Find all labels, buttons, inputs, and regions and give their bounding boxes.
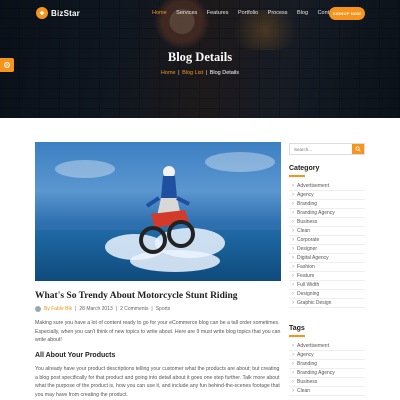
category-item[interactable]: Graphic Design — [289, 299, 365, 308]
post-paragraph: Making sure you have a lot of content re… — [35, 320, 281, 344]
featured-image — [35, 142, 281, 281]
post-meta: By Fable Blk | 28 March 2013 | 2 Comment… — [35, 306, 170, 312]
tag-item[interactable]: Clean — [289, 387, 365, 396]
category-item[interactable]: Digital Agency — [289, 254, 365, 263]
category-item[interactable]: Agency — [289, 191, 365, 200]
tag-item[interactable]: Agency — [289, 351, 365, 360]
tag-item[interactable]: Business — [289, 378, 365, 387]
main-navigation: BizStar Home Services Features Portfolio… — [0, 0, 400, 28]
search-input[interactable] — [290, 144, 352, 154]
author-avatar — [35, 306, 41, 312]
title-underline — [289, 175, 305, 177]
search-box — [289, 143, 365, 155]
search-icon — [355, 146, 361, 152]
nav-item-portfolio[interactable]: Portfolio — [238, 10, 258, 16]
category-item[interactable]: Full Width — [289, 281, 365, 290]
nav-item-process[interactable]: Process — [268, 10, 288, 16]
category-widget-title: Category — [289, 165, 319, 177]
nav-item-blog[interactable]: Blog — [297, 10, 308, 16]
post-comments[interactable]: 2 Comments — [120, 306, 148, 312]
motorcycle-rider-image — [139, 166, 195, 254]
brand-logo[interactable]: BizStar — [36, 7, 80, 19]
post-subheading: All About Your Products — [35, 352, 116, 359]
category-item[interactable]: Branding Agency — [289, 209, 365, 218]
category-item[interactable]: Corporate — [289, 236, 365, 245]
nav-item-home[interactable]: Home — [152, 10, 167, 16]
brand-name: BizStar — [51, 8, 80, 18]
category-item[interactable]: Feature — [289, 272, 365, 281]
tags-widget-title: Tags — [289, 325, 305, 337]
post-paragraph: You already have your product descriptio… — [35, 366, 280, 399]
search-button[interactable] — [352, 144, 364, 154]
tag-list: Advertisement Agency Branding Branding A… — [289, 342, 365, 396]
category-item[interactable]: Designing — [289, 290, 365, 299]
category-item[interactable]: Fashion — [289, 263, 365, 272]
tag-item[interactable]: Advertisement — [289, 342, 365, 351]
post-date: 28 March 2013 — [79, 306, 113, 312]
title-underline — [289, 335, 305, 337]
signup-button[interactable]: SIGNUP NOW — [329, 7, 365, 20]
tag-item[interactable]: Branding Agency — [289, 369, 365, 378]
category-list: Advertisement Agency Branding Branding A… — [289, 182, 365, 308]
post-author[interactable]: By Fable Blk — [44, 306, 72, 312]
category-item[interactable]: Clean — [289, 227, 365, 236]
breadcrumb-home[interactable]: Home — [161, 70, 176, 76]
category-item[interactable]: Advertisement — [289, 182, 365, 191]
category-item[interactable]: Business — [289, 218, 365, 227]
settings-toggle-button[interactable] — [0, 58, 14, 72]
category-item[interactable]: Designer — [289, 245, 365, 254]
breadcrumb-current: Blog Details — [209, 70, 240, 76]
page-title: Blog Details — [167, 50, 233, 64]
logo-icon — [36, 7, 48, 19]
nav-item-services[interactable]: Services — [176, 10, 197, 16]
nav-item-features[interactable]: Features — [207, 10, 229, 16]
category-item[interactable]: Branding — [289, 200, 365, 209]
page-hero: BizStar Home Services Features Portfolio… — [0, 0, 400, 118]
nav-menu: Home Services Features Portfolio Process… — [152, 10, 346, 16]
breadcrumb: Home | Blog List | Blog Details — [160, 70, 240, 76]
post-title: What's So Trendy About Motorcycle Stunt … — [35, 291, 238, 301]
post-category[interactable]: Sports — [156, 306, 170, 312]
gear-icon — [4, 62, 10, 68]
tag-item[interactable]: Branding — [289, 360, 365, 369]
breadcrumb-blog-list[interactable]: Blog List — [182, 70, 203, 76]
